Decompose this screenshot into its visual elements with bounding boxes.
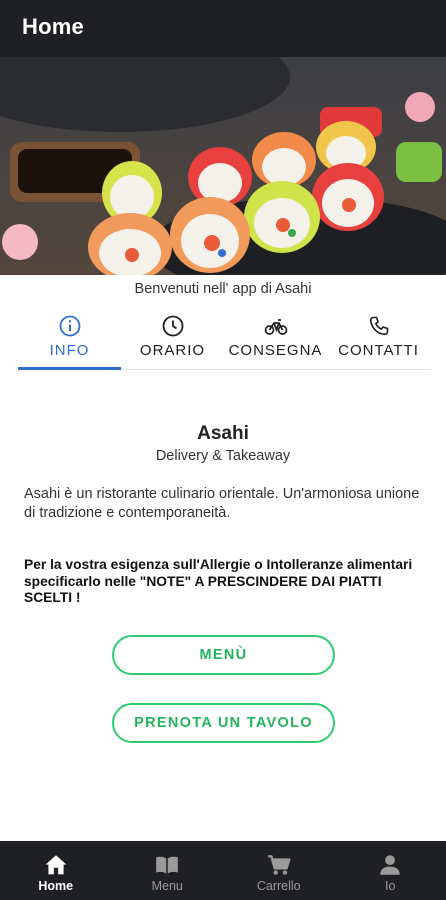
phone-icon (369, 316, 388, 336)
home-icon (45, 855, 67, 875)
tab-label: INFO (49, 342, 90, 359)
sushi-photo (0, 57, 446, 275)
welcome-text: Benvenuti nell' app di Asahi (134, 281, 312, 297)
nav-menu[interactable]: Menu (112, 841, 224, 900)
book-icon (156, 856, 179, 874)
allergy-notice: Per la vostra esigenza sull'Allergie o I… (24, 557, 413, 605)
bicycle-icon (264, 319, 287, 335)
nav-label: Home (38, 879, 74, 893)
cart-icon (267, 855, 291, 875)
menu-button[interactable]: MENÙ (112, 635, 335, 675)
nav-cart[interactable]: Carrello (223, 841, 335, 900)
nav-home[interactable]: Home (0, 841, 112, 900)
nav-profile[interactable]: Io (335, 841, 446, 900)
app-bar: Home (0, 0, 446, 57)
info-tabs: INFO ORARIO CONSEGNA CONTATTI (18, 310, 430, 370)
tab-label: CONTATTI (338, 342, 419, 359)
book-table-button[interactable]: PRENOTA UN TAVOLO (112, 703, 335, 743)
nav-label: Menu (151, 879, 183, 893)
tab-consegna[interactable]: CONSEGNA (224, 310, 327, 369)
restaurant-name: Asahi (197, 423, 249, 444)
tab-label: CONSEGNA (228, 342, 323, 359)
clock-icon (162, 315, 183, 337)
page-title: Home (22, 14, 84, 39)
info-icon (59, 315, 80, 337)
nav-label: Io (385, 879, 396, 893)
restaurant-description: Asahi è un ristorante culinario oriental… (24, 486, 420, 521)
bottom-navigation: Home Menu Carrello Io (0, 841, 446, 900)
tab-contatti[interactable]: CONTATTI (327, 310, 430, 369)
restaurant-subtitle: Delivery & Takeaway (155, 448, 291, 464)
tab-orario[interactable]: ORARIO (121, 310, 224, 369)
hero-image (0, 57, 446, 275)
tab-info[interactable]: INFO (18, 310, 121, 370)
nav-label: Carrello (256, 879, 301, 893)
person-icon (380, 855, 400, 875)
tab-label: ORARIO (139, 342, 206, 359)
